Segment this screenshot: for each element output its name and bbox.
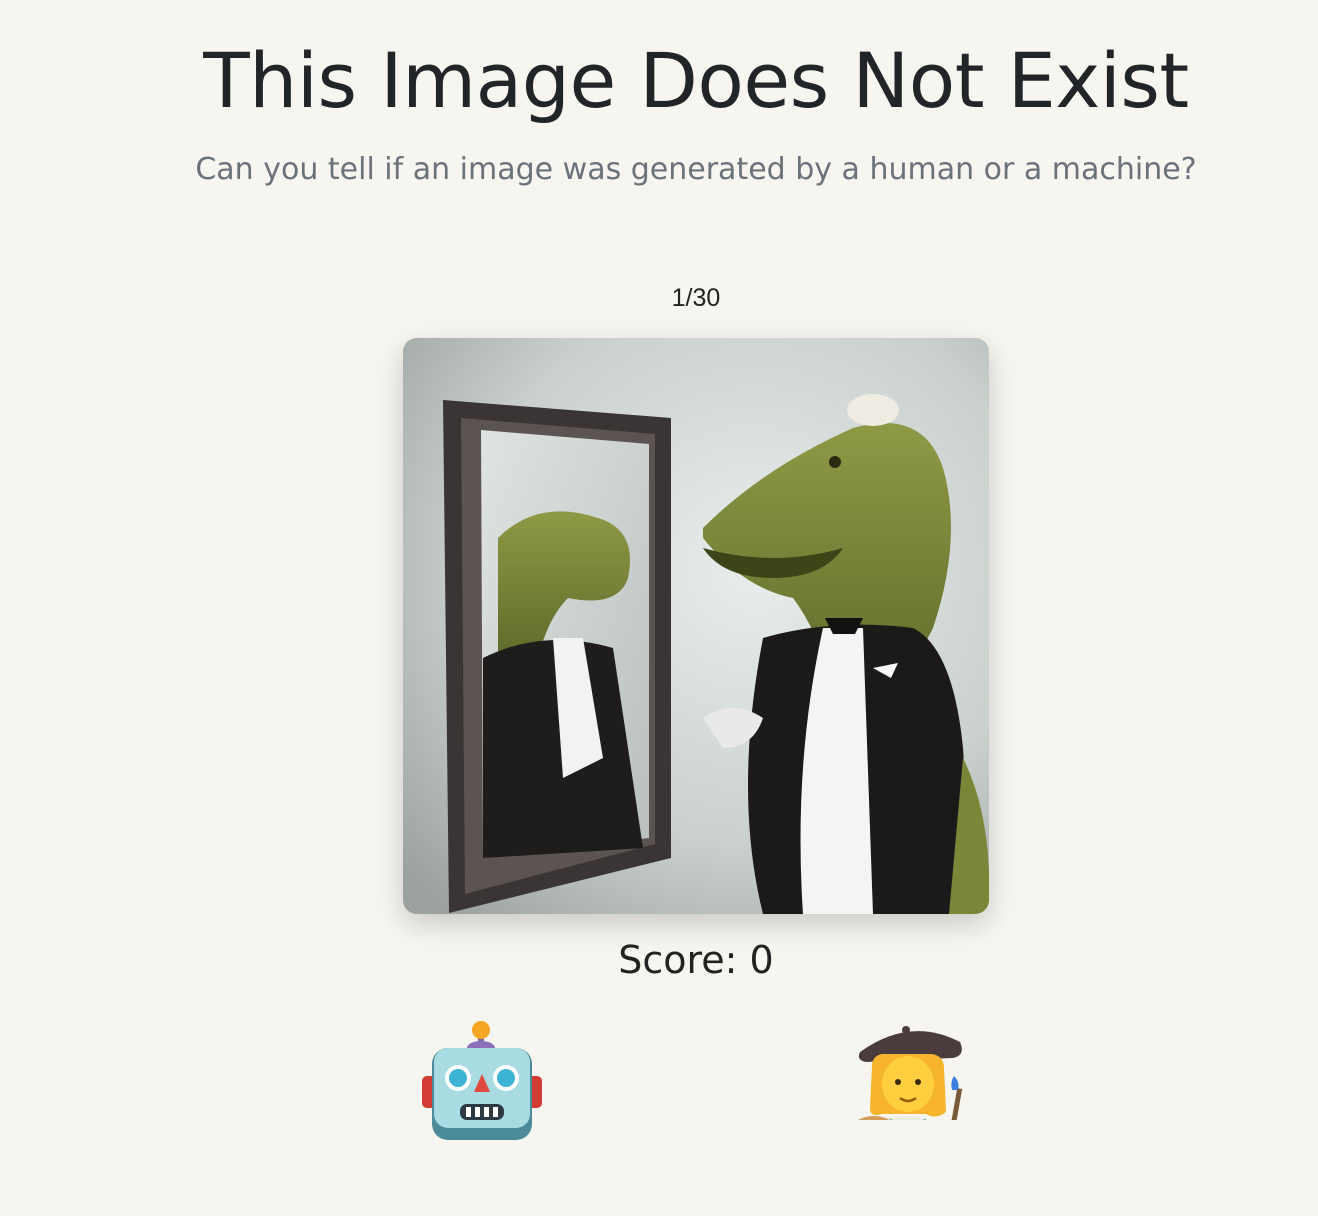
score-display: Score: 0 (618, 938, 774, 982)
machine-choice-button[interactable] (418, 1018, 548, 1148)
page: This Image Does Not Exist Can you tell i… (0, 0, 1318, 1216)
progress-counter: 1/30 (671, 284, 721, 312)
page-title: This Image Does Not Exist (203, 36, 1189, 125)
artist-icon (858, 1026, 963, 1120)
dinosaur-tuxedo-image (403, 338, 989, 914)
human-choice-button[interactable] (846, 1018, 976, 1120)
robot-icon (422, 1021, 542, 1140)
quiz-image (403, 338, 989, 914)
page-subtitle: Can you tell if an image was generated b… (195, 152, 1197, 187)
